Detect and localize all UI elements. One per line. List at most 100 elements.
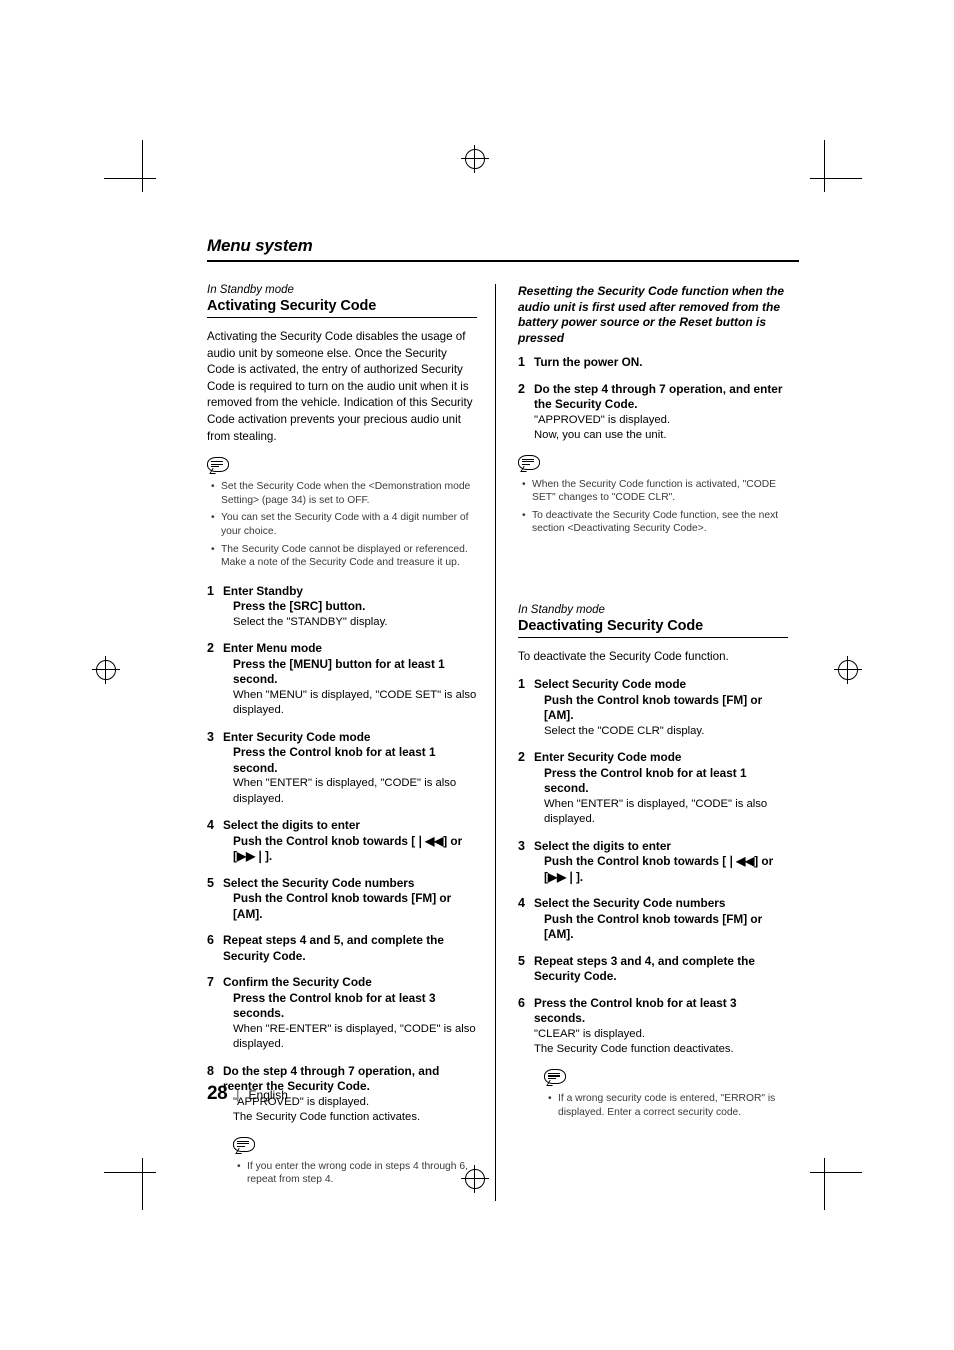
step-title: Enter Standby (223, 583, 303, 598)
step-detail: "APPROVED" is displayed. Now, you can us… (534, 413, 671, 442)
note-bubble-icon (544, 1068, 566, 1086)
step-detail: "CLEAR" is displayed. The Security Code … (534, 1027, 734, 1056)
step-bold-detail: Press the [MENU] button for at least 1 s… (233, 656, 445, 687)
left-step-7: 7 Confirm the Security Code Press the Co… (207, 975, 477, 1053)
step-title: Select the Security Code numbers (223, 875, 415, 890)
two-column-layout: In Standby mode Activating Security Code… (207, 284, 799, 1201)
left-step-2: 2 Enter Menu mode Press the [MENU] butto… (207, 641, 477, 719)
list-item: Set the Security Code when the <Demonstr… (211, 480, 477, 507)
step-detail: Select the "STANDBY" display. (233, 615, 388, 628)
reset-step-2: 2 Do the step 4 through 7 operation, and… (518, 382, 788, 444)
step-detail: Select the "CODE CLR" display. (544, 724, 705, 737)
right-intro-paragraph: To deactivate the Security Code function… (518, 649, 729, 663)
note-bubble-icon (233, 1136, 255, 1154)
step-detail: When "ENTER" is displayed, "CODE" is als… (544, 797, 768, 826)
left-step-3: 3 Enter Security Code mode Press the Con… (207, 730, 477, 808)
list-item: You can set the Security Code with a 4 d… (211, 511, 477, 538)
page-footer: 28 | English (207, 1083, 288, 1105)
step-number: 6 (518, 995, 525, 1010)
step-number: 2 (518, 381, 525, 396)
footer-language: English (248, 1088, 288, 1102)
list-item: If you enter the wrong code in steps 4 t… (237, 1160, 477, 1187)
left-step-4: 4 Select the digits to enter Push the Co… (207, 818, 477, 865)
step-title: Select Security Code mode (534, 677, 687, 692)
reset-step-1: 1 Turn the power ON. (518, 355, 788, 371)
page-number: 28 (207, 1083, 228, 1104)
left-column: In Standby mode Activating Security Code… (207, 284, 496, 1201)
left-heading-divider (207, 317, 477, 318)
crop-mark-top-left (104, 140, 156, 192)
step-number: 4 (207, 818, 214, 833)
step-title: Select the digits to enter (223, 818, 361, 833)
step-number: 6 (207, 933, 214, 948)
list-item: When the Security Code function is activ… (522, 478, 788, 505)
right-step-4: 4 Select the Security Code numbers Push … (518, 896, 788, 943)
registration-mark-right (834, 656, 862, 684)
step-bold-detail: Push the Control knob towards [❘◀◀] or [… (233, 833, 463, 864)
step-number: 7 (207, 975, 214, 990)
step-title: Turn the power ON. (534, 355, 643, 369)
left-step-5: 5 Select the Security Code numbers Push … (207, 876, 477, 923)
right-step-2: 2 Enter Security Code mode Press the Con… (518, 750, 788, 828)
list-item: To deactivate the Security Code function… (522, 509, 788, 536)
step-number: 4 (518, 896, 525, 911)
note-bubble-icon (207, 457, 229, 475)
step-bold-detail: Push the Control knob towards [FM] or [A… (544, 692, 763, 723)
step-title: Enter Security Code mode (534, 750, 682, 765)
step-detail: When "MENU" is displayed, "CODE SET" is … (233, 688, 477, 717)
right-section-heading: Deactivating Security Code (518, 617, 704, 634)
step-number: 1 (518, 355, 525, 369)
step-title: Select the digits to enter (534, 838, 672, 853)
left-standby-label: In Standby mode (207, 284, 294, 296)
page-title: Menu system (207, 236, 313, 255)
page-content: Menu system In Standby mode Activating S… (207, 236, 799, 1201)
step-title: Select the Security Code numbers (534, 896, 726, 911)
step-number: 8 (207, 1063, 214, 1078)
left-step-6: 6 Repeat steps 4 and 5, and complete the… (207, 933, 477, 964)
step-title: Repeat steps 4 and 5, and complete the S… (223, 933, 444, 963)
step-title: Confirm the Security Code (223, 975, 372, 990)
step-title: Enter Security Code mode (223, 729, 371, 744)
registration-mark-left (92, 656, 120, 684)
footer-separator: | (236, 1087, 240, 1102)
right-step-3: 3 Select the digits to enter Push the Co… (518, 839, 788, 886)
step-bold-detail: Push the Control knob towards [❘◀◀] or [… (544, 854, 774, 884)
left-notes-list: Set the Security Code when the <Demonstr… (207, 480, 477, 570)
step-bold-detail: Press the Control knob for at least 1 se… (233, 745, 436, 775)
step-title: Enter Menu mode (223, 641, 322, 656)
left-section-heading: Activating Security Code (207, 298, 377, 314)
step-bold-detail: Push the Control knob towards [FM] or [A… (544, 911, 763, 942)
left-final-notes: If you enter the wrong code in steps 4 t… (233, 1160, 477, 1187)
step-number: 2 (518, 750, 525, 765)
reset-section-heading: Resetting the Security Code function whe… (518, 284, 785, 345)
step-number: 5 (207, 875, 214, 890)
step-number: 1 (207, 583, 214, 598)
step-title: Repeat steps 3 and 4, and complete the S… (534, 953, 755, 984)
note-bubble-icon (518, 454, 540, 472)
step-number: 1 (518, 677, 525, 692)
right-heading-divider (518, 636, 788, 638)
right-final-note-block: If a wrong security code is entered, "ER… (518, 1068, 788, 1119)
step-number: 5 (518, 953, 525, 968)
list-item: If a wrong security code is entered, "ER… (548, 1092, 788, 1119)
step-bold-detail: Push the Control knob towards [FM] or [A… (233, 891, 452, 921)
right-step-6: 6 Press the Control knob for at least 3 … (518, 996, 788, 1058)
left-step-1: 1 Enter Standby Press the [SRC] button. … (207, 584, 477, 631)
step-bold-detail: Press the Control knob for at least 3 se… (233, 990, 436, 1021)
reset-notes-list: When the Security Code function is activ… (518, 478, 788, 536)
step-number: 3 (207, 729, 214, 744)
step-title: Press the Control knob for at least 3 se… (534, 995, 737, 1026)
title-divider (207, 260, 799, 262)
right-standby-label: In Standby mode (518, 603, 605, 616)
right-step-5: 5 Repeat steps 3 and 4, and complete the… (518, 954, 788, 985)
crop-mark-bottom-left (104, 1158, 156, 1210)
left-intro-paragraph: Activating the Security Code disables th… (207, 330, 473, 443)
step-title: Do the step 4 through 7 operation, and e… (534, 381, 783, 412)
crop-mark-top-right (800, 140, 862, 192)
step-bold-detail: Press the [SRC] button. (233, 599, 366, 614)
step-detail: When "RE-ENTER" is displayed, "CODE" is … (233, 1022, 476, 1051)
step-detail: When "ENTER" is displayed, "CODE" is als… (233, 777, 457, 805)
right-final-notes: If a wrong security code is entered, "ER… (544, 1092, 788, 1119)
step-number: 3 (518, 838, 525, 853)
step-bold-detail: Press the Control knob for at least 1 se… (544, 765, 747, 796)
